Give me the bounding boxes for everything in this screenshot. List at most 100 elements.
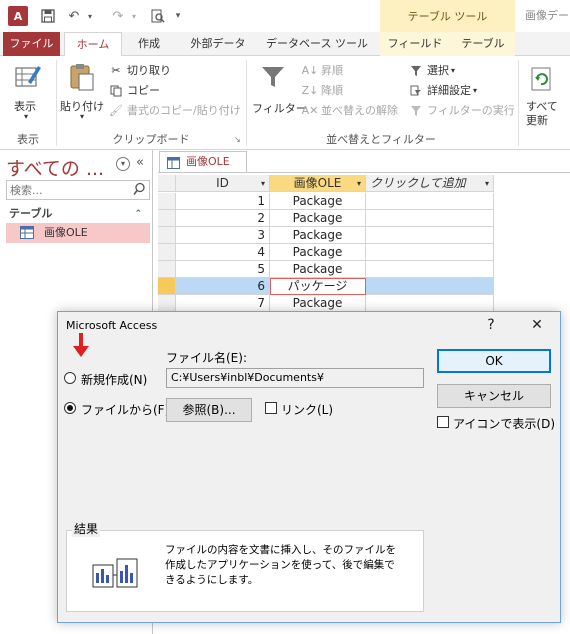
cell-add[interactable]	[366, 244, 494, 261]
cut-button[interactable]: ✂ 切り取り	[108, 61, 248, 81]
save-icon[interactable]	[38, 6, 58, 26]
column-header-id[interactable]: ID ▾	[176, 175, 270, 192]
paste-icon	[68, 62, 96, 95]
group-separator	[518, 60, 519, 146]
nav-group-tables[interactable]: テーブル ⌃	[6, 204, 150, 224]
document-tab-label: 画像OLE	[186, 155, 230, 168]
collapse-group-icon[interactable]: ⌃	[134, 204, 142, 224]
funnel-icon	[260, 64, 286, 93]
display-as-icon-checkbox[interactable]: アイコンで表示(D)	[437, 414, 557, 432]
filename-field[interactable]: C:¥Users¥inbl¥Documents¥	[166, 368, 424, 388]
cell-ole[interactable]: パッケージ	[270, 278, 366, 295]
cell-ole[interactable]: Package	[270, 193, 366, 210]
cell-ole[interactable]: Package	[270, 295, 366, 312]
document-tab[interactable]: 画像OLE	[159, 151, 247, 173]
refresh-all-button[interactable]: すべて 更新	[522, 60, 568, 130]
clear-sort-button[interactable]: A✕ 並べ替えの解除	[302, 101, 402, 121]
tab-home[interactable]: ホーム	[64, 32, 122, 57]
nav-menu-dropdown-icon[interactable]: ▾	[116, 157, 130, 171]
nav-search-input[interactable]	[7, 181, 127, 199]
cell-id[interactable]: 3	[176, 227, 270, 244]
insert-object-dialog: Microsoft Access ? ✕ 新規作成(N) ファイルから(F) フ…	[57, 311, 561, 623]
search-icon[interactable]	[133, 182, 146, 199]
sort-ascending-label: 昇順	[321, 64, 343, 77]
record-selector[interactable]	[158, 193, 176, 210]
cancel-button[interactable]: キャンセル	[437, 384, 551, 408]
record-selector[interactable]	[158, 278, 176, 295]
scissors-icon: ✂	[111, 64, 121, 77]
format-painter-button[interactable]: 🖌 書式のコピー/貼り付け	[108, 101, 248, 121]
select-all-corner[interactable]	[158, 175, 176, 192]
paste-button[interactable]: 貼り付け ▾	[60, 60, 104, 130]
record-selector[interactable]	[158, 227, 176, 244]
column-dropdown-icon[interactable]: ▾	[261, 175, 265, 191]
column-dropdown-icon[interactable]: ▾	[485, 175, 489, 191]
tab-create[interactable]: 作成	[128, 32, 170, 56]
cell-id[interactable]: 2	[176, 210, 270, 227]
cell-add[interactable]	[366, 210, 494, 227]
window-title: 画像データ	[525, 9, 570, 22]
link-checkbox[interactable]: リンク(L)	[265, 400, 335, 418]
sort-ascending-button[interactable]: A↓ 昇順	[302, 61, 402, 81]
from-file-radio[interactable]: ファイルから(F)	[64, 400, 169, 418]
copy-label: コピー	[127, 84, 160, 97]
column-header-add[interactable]: クリックして追加 ▾	[366, 175, 494, 192]
record-selector[interactable]	[158, 244, 176, 261]
nav-pane-title[interactable]: すべての ...	[6, 154, 104, 181]
red-arrow-annotation	[72, 332, 90, 361]
sort-ascending-icon: A↓	[301, 64, 319, 77]
tab-external-data[interactable]: 外部データ	[180, 32, 256, 56]
record-selector[interactable]	[158, 210, 176, 227]
result-line: 作成したアプリケーションを使って、後で編集で	[165, 559, 395, 571]
view-button[interactable]: 表示 ▾	[10, 60, 46, 130]
filter-label: フィルター	[252, 102, 307, 115]
collapse-nav-icon[interactable]: «	[136, 155, 144, 170]
create-new-radio[interactable]: 新規作成(N)	[64, 370, 159, 388]
redo-dropdown-icon[interactable]: ▾	[124, 6, 144, 26]
dialog-launcher-icon[interactable]: ↘	[234, 135, 241, 144]
display-as-icon-label: アイコンで表示(D)	[453, 417, 556, 431]
cell-ole[interactable]: Package	[270, 210, 366, 227]
close-button[interactable]: ✕	[522, 314, 552, 336]
cell-add[interactable]	[366, 227, 494, 244]
cell-add[interactable]	[366, 295, 494, 312]
record-selector[interactable]	[158, 261, 176, 278]
cell-ole[interactable]: Package	[270, 244, 366, 261]
undo-dropdown-icon[interactable]: ▾	[80, 6, 100, 26]
cell-id[interactable]: 7	[176, 295, 270, 312]
tab-table[interactable]: テーブル	[455, 32, 511, 56]
cell-ole[interactable]: Package	[270, 261, 366, 278]
tab-database-tools[interactable]: データベース ツール	[264, 32, 370, 56]
radio-indicator	[64, 402, 76, 414]
format-painter-label: 書式のコピー/貼り付け	[127, 104, 241, 117]
cell-id[interactable]: 6	[176, 278, 270, 295]
copy-button[interactable]: コピー	[108, 81, 248, 101]
column-header-ole[interactable]: 画像OLE ▾	[270, 175, 366, 192]
cell-id[interactable]: 1	[176, 193, 270, 210]
column-header-label: ID	[216, 176, 229, 190]
help-button[interactable]: ?	[476, 314, 506, 336]
selection-button[interactable]: 選択 ▾	[408, 61, 520, 81]
print-preview-icon[interactable]	[148, 6, 168, 26]
table-icon	[20, 226, 34, 246]
checkbox-indicator	[265, 402, 277, 414]
toggle-filter-button[interactable]: フィルターの実行	[408, 101, 520, 121]
cell-add[interactable]	[366, 278, 494, 295]
sort-descending-icon: Z↓	[301, 84, 319, 97]
record-selector[interactable]	[158, 295, 176, 312]
filter-button[interactable]: フィルター	[250, 60, 307, 130]
cell-add[interactable]	[366, 261, 494, 278]
sort-descending-button[interactable]: Z↓ 降順	[302, 81, 402, 101]
tab-file[interactable]: ファイル	[3, 32, 60, 56]
customize-qat-icon[interactable]: ▾	[168, 6, 188, 26]
cell-id[interactable]: 5	[176, 261, 270, 278]
tab-fields[interactable]: フィールド	[384, 32, 446, 56]
nav-item-table[interactable]: 画像OLE	[6, 223, 150, 243]
cell-id[interactable]: 4	[176, 244, 270, 261]
cell-ole[interactable]: Package	[270, 227, 366, 244]
cell-add[interactable]	[366, 193, 494, 210]
advanced-button[interactable]: 詳細設定 ▾	[408, 81, 520, 101]
browse-button[interactable]: 参照(B)...	[166, 398, 252, 422]
column-dropdown-icon[interactable]: ▾	[357, 175, 361, 191]
ok-button[interactable]: OK	[437, 349, 551, 373]
